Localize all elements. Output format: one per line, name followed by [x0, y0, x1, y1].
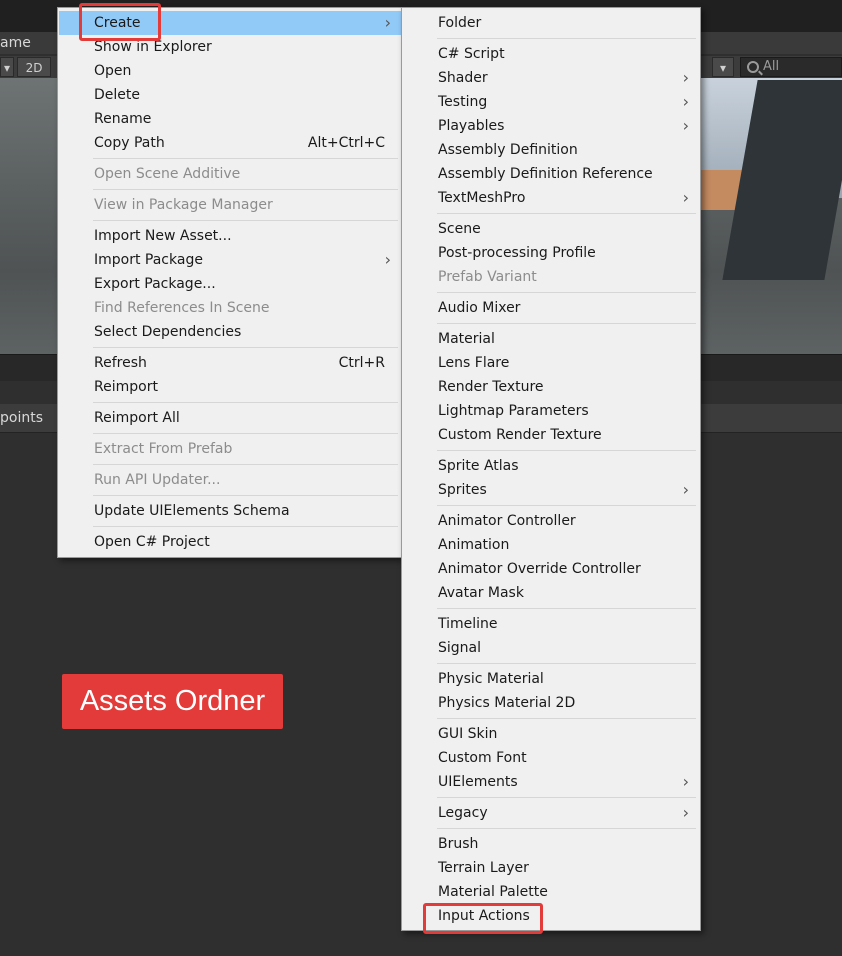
- menu-item-refresh[interactable]: Refresh Ctrl+R: [59, 351, 401, 375]
- submenu-item-csharp-script[interactable]: C# Script: [403, 42, 699, 66]
- submenu-item-gui-skin[interactable]: GUI Skin: [403, 722, 699, 746]
- menu-item-export-package[interactable]: Export Package...: [59, 272, 401, 296]
- menu-separator: [93, 464, 398, 465]
- menu-separator: [93, 220, 398, 221]
- submenu-item-physics-material-2d[interactable]: Physics Material 2D: [403, 691, 699, 715]
- shortcut-copy-path: Alt+Ctrl+C: [307, 135, 385, 151]
- toolbar-2d-button[interactable]: 2D: [17, 57, 51, 77]
- menu-separator: [437, 828, 696, 829]
- toolbar-dropdown-button-right[interactable]: ▾: [712, 57, 734, 77]
- highlight-box-input-actions: [423, 903, 543, 934]
- submenu-item-playables[interactable]: Playables ›: [403, 114, 699, 138]
- chevron-right-icon: ›: [384, 13, 391, 32]
- menu-item-delete[interactable]: Delete: [59, 83, 401, 107]
- menu-item-find-references-in-scene: Find References In Scene: [94, 300, 270, 316]
- submenu-item-folder[interactable]: Folder: [403, 11, 699, 35]
- submenu-item-prefab-variant: Prefab Variant: [438, 269, 537, 285]
- submenu-item-brush[interactable]: Brush: [403, 832, 699, 856]
- chevron-right-icon: ›: [384, 250, 391, 269]
- chevron-right-icon: ›: [682, 116, 689, 135]
- menu-separator: [93, 495, 398, 496]
- project-panel-label: points: [0, 410, 43, 426]
- menu-item-open[interactable]: Open: [59, 59, 401, 83]
- submenu-item-custom-font[interactable]: Custom Font: [403, 746, 699, 770]
- highlight-box-create: [79, 3, 161, 41]
- submenu-item-custom-render-texture[interactable]: Custom Render Texture: [403, 423, 699, 447]
- scene-tab-label[interactable]: ame: [0, 35, 31, 51]
- submenu-item-sprite-atlas[interactable]: Sprite Atlas: [403, 454, 699, 478]
- search-placeholder: All: [763, 59, 780, 74]
- menu-separator: [437, 38, 696, 39]
- menu-item-import-new-asset[interactable]: Import New Asset...: [59, 224, 401, 248]
- menu-item-extract-from-prefab: Extract From Prefab: [94, 441, 233, 457]
- search-icon: [747, 61, 759, 73]
- create-submenu: Folder C# Script Shader › Testing › Playab…: [401, 7, 701, 931]
- assets-ordner-label: Assets Ordner: [62, 674, 283, 729]
- menu-item-update-uielements-schema[interactable]: Update UIElements Schema: [59, 499, 401, 523]
- menu-separator: [93, 347, 398, 348]
- chevron-right-icon: ›: [682, 772, 689, 791]
- menu-separator: [93, 433, 398, 434]
- menu-separator: [437, 505, 696, 506]
- menu-item-run-api-updater: Run API Updater...: [94, 472, 221, 488]
- submenu-item-timeline[interactable]: Timeline: [403, 612, 699, 636]
- submenu-item-animator-controller[interactable]: Animator Controller: [403, 509, 699, 533]
- hierarchy-search-input[interactable]: All: [740, 57, 842, 77]
- submenu-item-physic-material[interactable]: Physic Material: [403, 667, 699, 691]
- submenu-item-signal[interactable]: Signal: [403, 636, 699, 660]
- shortcut-refresh: Ctrl+R: [338, 355, 385, 371]
- submenu-item-assembly-definition-reference[interactable]: Assembly Definition Reference: [403, 162, 699, 186]
- submenu-item-audio-mixer[interactable]: Audio Mixer: [403, 296, 699, 320]
- submenu-item-legacy[interactable]: Legacy ›: [403, 801, 699, 825]
- menu-separator: [437, 663, 696, 664]
- menu-separator: [437, 213, 696, 214]
- submenu-item-material[interactable]: Material: [403, 327, 699, 351]
- submenu-item-avatar-mask[interactable]: Avatar Mask: [403, 581, 699, 605]
- submenu-item-testing[interactable]: Testing ›: [403, 90, 699, 114]
- menu-separator: [437, 608, 696, 609]
- chevron-right-icon: ›: [682, 68, 689, 87]
- submenu-item-terrain-layer[interactable]: Terrain Layer: [403, 856, 699, 880]
- chevron-right-icon: ›: [682, 480, 689, 499]
- submenu-item-scene[interactable]: Scene: [403, 217, 699, 241]
- submenu-item-animator-override-controller[interactable]: Animator Override Controller: [403, 557, 699, 581]
- submenu-item-sprites[interactable]: Sprites ›: [403, 478, 699, 502]
- menu-separator: [93, 402, 398, 403]
- menu-separator: [93, 158, 398, 159]
- menu-item-import-package[interactable]: Import Package ›: [59, 248, 401, 272]
- submenu-item-assembly-definition[interactable]: Assembly Definition: [403, 138, 699, 162]
- menu-item-select-dependencies[interactable]: Select Dependencies: [59, 320, 401, 344]
- submenu-item-lens-flare[interactable]: Lens Flare: [403, 351, 699, 375]
- menu-separator: [437, 450, 696, 451]
- menu-separator: [437, 292, 696, 293]
- menu-item-reimport-all[interactable]: Reimport All: [59, 406, 401, 430]
- menu-item-rename[interactable]: Rename: [59, 107, 401, 131]
- chevron-right-icon: ›: [682, 188, 689, 207]
- submenu-item-textmeshpro[interactable]: TextMeshPro ›: [403, 186, 699, 210]
- menu-item-copy-path[interactable]: Copy Path Alt+Ctrl+C: [59, 131, 401, 155]
- toolbar-dropdown-button[interactable]: ▾: [0, 57, 14, 77]
- menu-item-reimport[interactable]: Reimport: [59, 375, 401, 399]
- assets-context-menu: Create › Show in Explorer Open Delete Ren…: [57, 7, 403, 558]
- menu-item-open-csharp-project[interactable]: Open C# Project: [59, 530, 401, 554]
- menu-item-view-in-package-manager: View in Package Manager: [94, 197, 273, 213]
- submenu-item-render-texture[interactable]: Render Texture: [403, 375, 699, 399]
- menu-separator: [93, 189, 398, 190]
- chevron-right-icon: ›: [682, 92, 689, 111]
- submenu-item-post-processing-profile[interactable]: Post-processing Profile: [403, 241, 699, 265]
- submenu-item-lightmap-parameters[interactable]: Lightmap Parameters: [403, 399, 699, 423]
- menu-separator: [437, 797, 696, 798]
- submenu-item-material-palette[interactable]: Material Palette: [403, 880, 699, 904]
- menu-separator: [437, 323, 696, 324]
- submenu-item-animation[interactable]: Animation: [403, 533, 699, 557]
- chevron-right-icon: ›: [682, 803, 689, 822]
- menu-separator: [437, 718, 696, 719]
- menu-item-open-scene-additive: Open Scene Additive: [94, 166, 241, 182]
- menu-separator: [93, 526, 398, 527]
- submenu-item-shader[interactable]: Shader ›: [403, 66, 699, 90]
- submenu-item-uielements[interactable]: UIElements ›: [403, 770, 699, 794]
